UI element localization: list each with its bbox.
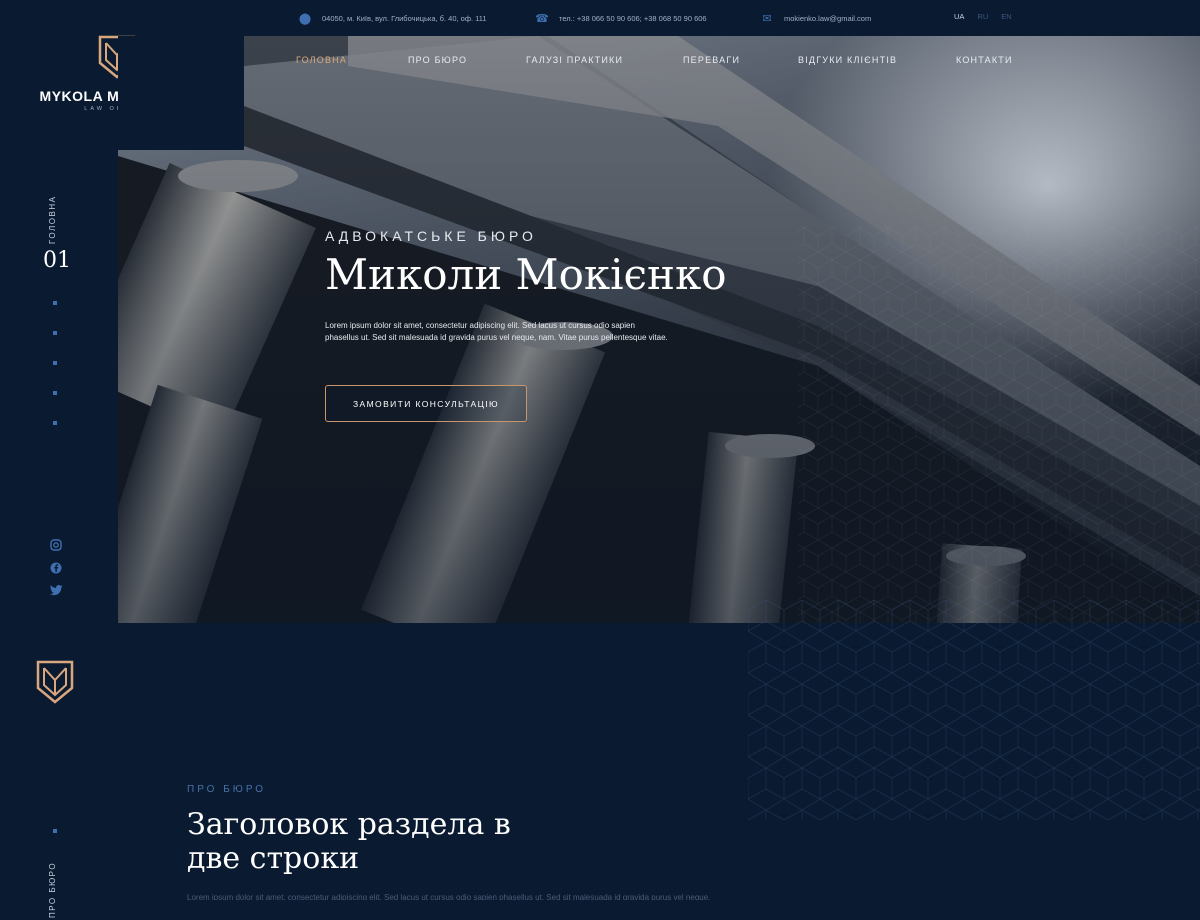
email-contact[interactable]: ✉ mokienko.law@gmail.com (760, 12, 871, 25)
about-title-line2: две строки (187, 841, 360, 876)
hero-description: Lorem ipsum dolor sit amet, consectetur … (325, 321, 668, 342)
section-dot[interactable] (53, 301, 57, 305)
order-consultation-button[interactable]: ЗАМОВИТИ КОНСУЛЬТАЦІЮ (325, 385, 527, 422)
nav-advantages[interactable]: ПЕРЕВАГИ (683, 55, 740, 65)
location-pin-icon: ⬤ (298, 13, 312, 25)
side-section2-label: ПРО БЮРО (48, 861, 57, 918)
hex-pattern-decoration (748, 600, 1200, 820)
about-text: Lorem ipsum dolor sit amet, consectetur … (187, 893, 711, 900)
twitter-icon[interactable] (49, 585, 63, 599)
section-logo-icon (36, 660, 74, 704)
nav-about[interactable]: ПРО БЮРО (408, 55, 467, 65)
mail-icon: ✉ (762, 13, 772, 25)
language-switcher: UA RU EN (954, 12, 1012, 21)
side-section-label: ГОЛОВНА (48, 195, 57, 244)
section-dot[interactable] (53, 391, 57, 395)
phone-icon: ☎ (535, 13, 549, 25)
email-text[interactable]: mokienko.law@gmail.com (784, 14, 871, 23)
nav-home[interactable]: ГОЛОВНА (296, 55, 347, 65)
about-title: Заголовок раздела в две строки (187, 808, 511, 876)
section-dot[interactable] (53, 829, 57, 833)
lang-ru[interactable]: RU (977, 12, 988, 21)
lang-en[interactable]: EN (1001, 12, 1011, 21)
main-navigation: ГОЛОВНА ПРО БЮРО ГАЛУЗІ ПРАКТИКИ ПЕРЕВАГ… (296, 55, 1176, 69)
side-section-number: 01 (43, 248, 71, 273)
section-dot[interactable] (53, 421, 57, 425)
about-eyebrow: ПРО БЮРО (187, 784, 267, 795)
nav-contacts[interactable]: КОНТАКТИ (956, 55, 1013, 65)
nav-practice-areas[interactable]: ГАЛУЗІ ПРАКТИКИ (526, 55, 623, 65)
hero-eyebrow: АДВОКАТСЬКЕ БЮРО (325, 228, 537, 244)
address-contact: ⬤ 04050, м. Київ, вул. Глибочицька, б. 4… (298, 12, 487, 25)
phone-contact[interactable]: ☎ тел.: +38 066 50 90 606; +38 068 50 90… (535, 12, 707, 25)
section-dot[interactable] (53, 331, 57, 335)
address-text: 04050, м. Київ, вул. Глибочицька, б. 40,… (322, 14, 487, 23)
hero-title: Миколи Мокієнко (325, 250, 727, 299)
instagram-icon[interactable] (49, 539, 63, 553)
about-title-line1: Заголовок раздела в (187, 807, 511, 842)
phone-text[interactable]: тел.: +38 066 50 90 606; +38 068 50 90 6… (559, 14, 707, 23)
section-dot[interactable] (53, 361, 57, 365)
lang-ua[interactable]: UA (954, 12, 964, 21)
hero-corner-mask (118, 36, 244, 150)
facebook-icon[interactable] (49, 562, 63, 576)
nav-testimonials[interactable]: ВІДГУКИ КЛІЄНТІВ (798, 55, 897, 65)
